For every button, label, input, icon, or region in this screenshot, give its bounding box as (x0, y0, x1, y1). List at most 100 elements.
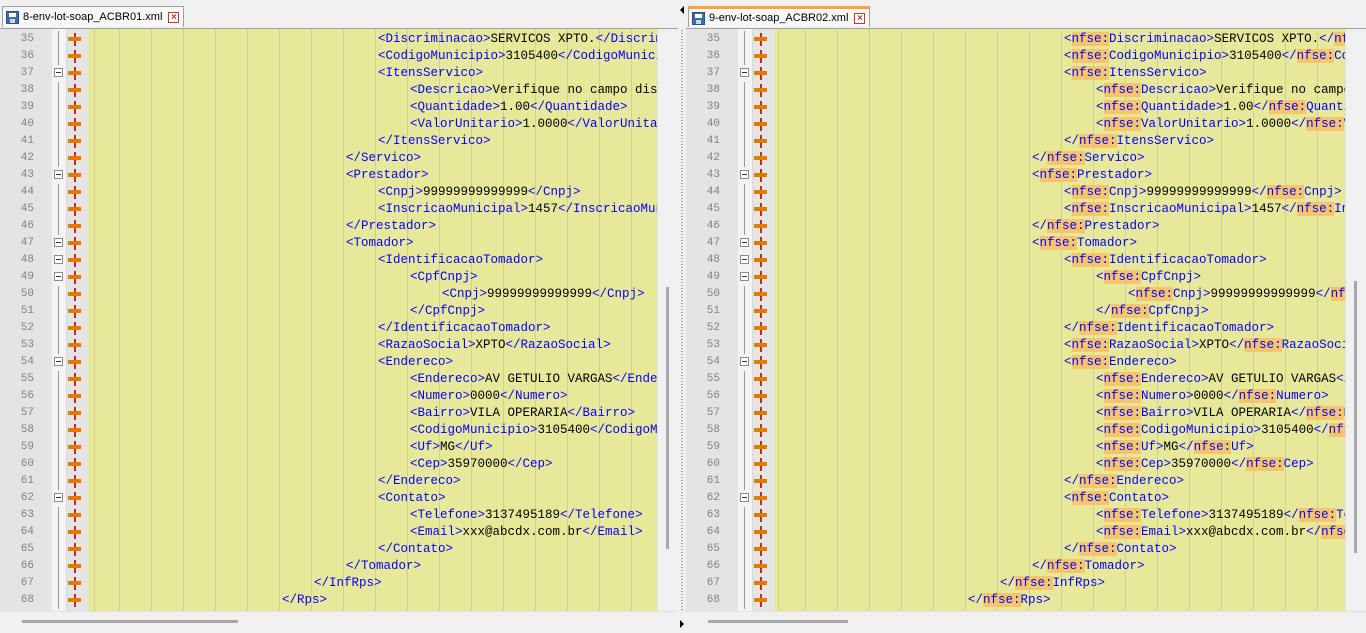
code-line[interactable]: 40 <ValorUnitario>1.0000</ValorUnitario> (0, 116, 678, 133)
fold-toggle-icon[interactable] (740, 238, 749, 247)
code-text[interactable]: <nfse:Numero>0000</nfse:Numero> (774, 388, 1345, 405)
collapse-right-arrow-icon[interactable] (680, 620, 684, 628)
code-text[interactable]: <IdentificacaoTomador> (88, 252, 657, 269)
code-text[interactable]: <nfse:Prestador> (774, 167, 1345, 184)
code-text[interactable]: <nfse:Endereco>AV GETULIO VARGAS</nfse:E… (774, 371, 1345, 388)
pane-splitter[interactable] (678, 0, 686, 633)
code-text[interactable]: </InfRps> (88, 575, 657, 592)
code-text[interactable]: </nfse:ItensServico> (774, 133, 1345, 150)
code-text[interactable]: <Telefone>3137495189</Telefone> (88, 507, 657, 524)
code-text[interactable]: <Cnpj>99999999999999</Cnpj> (88, 286, 657, 303)
code-line[interactable]: 63 <Telefone>3137495189</Telefone> (0, 507, 678, 524)
code-line[interactable]: 36<nfse:CodigoMunicipio>3105400</nfse:Co… (686, 48, 1366, 65)
code-line[interactable]: 51 </CpfCnpj> (0, 303, 678, 320)
code-text[interactable]: <Uf>MG</Uf> (88, 439, 657, 456)
code-editor-right[interactable]: 35<nfse:Discriminacao>SERVICOS XPTO.</nf… (686, 29, 1366, 611)
code-line[interactable]: 43 <Prestador> (0, 167, 678, 184)
code-line[interactable]: 52 </IdentificacaoTomador> (0, 320, 678, 337)
code-line[interactable]: 39 <Quantidade>1.00</Quantidade> (0, 99, 678, 116)
code-line[interactable]: 42 </nfse:Servico> (686, 150, 1366, 167)
code-line[interactable]: 44 <nfse:Cnpj>99999999999999</nfse:Cnpj> (686, 184, 1366, 201)
fold-toggle-icon[interactable] (54, 68, 63, 77)
code-text[interactable]: <nfse:Cnpj>99999999999999</nfse:Cnpj> (774, 286, 1345, 303)
code-text[interactable]: </Rps> (88, 592, 657, 609)
code-text[interactable]: <nfse:InscricaoMunicipal>1457</nfse:Insc… (774, 201, 1345, 218)
code-line[interactable]: 56 <nfse:Numero>0000</nfse:Numero> (686, 388, 1366, 405)
code-text[interactable]: <nfse:RazaoSocial>XPTO</nfse:RazaoSocial… (774, 337, 1345, 354)
code-text[interactable]: <Cnpj>99999999999999</Cnpj> (88, 184, 657, 201)
code-line[interactable]: 49 <CpfCnpj> (0, 269, 678, 286)
fold-toggle-icon[interactable] (54, 238, 63, 247)
code-text[interactable]: <nfse:Tomador> (774, 235, 1345, 252)
code-line[interactable]: 58<nfse:CodigoMunicipio>3105400</nfse:Co… (686, 422, 1366, 439)
code-line[interactable]: 41 </nfse:ItensServico> (686, 133, 1366, 150)
fold-toggle-icon[interactable] (740, 493, 749, 502)
horizontal-scrollbar[interactable] (686, 611, 1366, 631)
code-line[interactable]: 44 <Cnpj>99999999999999</Cnpj> (0, 184, 678, 201)
code-text[interactable]: <CpfCnpj> (88, 269, 657, 286)
code-text[interactable]: <Tomador> (88, 235, 657, 252)
code-text[interactable]: </CpfCnpj> (88, 303, 657, 320)
code-line[interactable]: 48 <nfse:IdentificacaoTomador> (686, 252, 1366, 269)
fold-toggle-icon[interactable] (740, 170, 749, 179)
code-text[interactable]: <RazaoSocial>XPTO</RazaoSocial> (88, 337, 657, 354)
code-line[interactable]: 50<nfse:Cnpj>99999999999999</nfse:Cnpj> (686, 286, 1366, 303)
code-line[interactable]: 58 <CodigoMunicipio>3105400</CodigoMunici… (0, 422, 678, 439)
close-icon[interactable]: × (168, 11, 180, 23)
code-line[interactable]: 45 <InscricaoMunicipal>1457</InscricaoMun… (0, 201, 678, 218)
code-line[interactable]: 54 <Endereco> (0, 354, 678, 371)
collapse-left-arrow-icon[interactable] (680, 6, 684, 14)
code-line[interactable]: 52 </nfse:IdentificacaoTomador> (686, 320, 1366, 337)
code-text[interactable]: <nfse:Discriminacao>SERVICOS XPTO.</nfse… (774, 31, 1345, 48)
code-text[interactable]: <nfse:Quantidade>1.00</nfse:Quantidade> (774, 99, 1345, 116)
code-text[interactable]: <Quantidade>1.00</Quantidade> (88, 99, 657, 116)
code-line[interactable]: 50 <Cnpj>99999999999999</Cnpj> (0, 286, 678, 303)
code-text[interactable]: <nfse:Cep>35970000</nfse:Cep> (774, 456, 1345, 473)
code-text[interactable]: <nfse:CpfCnpj> (774, 269, 1345, 286)
fold-toggle-icon[interactable] (740, 272, 749, 281)
code-line[interactable]: 37 <nfse:ItensServico> (686, 65, 1366, 82)
close-icon[interactable]: × (854, 12, 866, 24)
code-line[interactable]: 64<nfse:Email>xxx@abcdx.com.br</nfse:Ema… (686, 524, 1366, 541)
code-text[interactable]: <ItensServico> (88, 65, 657, 82)
code-line[interactable]: 57 <Bairro>VILA OPERARIA</Bairro> (0, 405, 678, 422)
fold-toggle-icon[interactable] (54, 272, 63, 281)
code-text[interactable]: </nfse:Rps> (774, 592, 1345, 609)
code-line[interactable]: 61 </Endereco> (0, 473, 678, 490)
code-line[interactable]: 65 </Contato> (0, 541, 678, 558)
code-line[interactable]: 49 <nfse:CpfCnpj> (686, 269, 1366, 286)
code-line[interactable]: 40<nfse:ValorUnitario>1.0000</nfse:Valor… (686, 116, 1366, 133)
horizontal-scroll-thumb[interactable] (22, 620, 238, 623)
code-text[interactable]: <Discriminacao>SERVICOS XPTO.</Discrimin… (88, 31, 657, 48)
code-line[interactable]: 38 <Descricao>Verifique no campo discrimi… (0, 82, 678, 99)
code-text[interactable]: </nfse:InfRps> (774, 575, 1345, 592)
code-line[interactable]: 68 </Rps> (0, 592, 678, 609)
code-text[interactable]: <nfse:CodigoMunicipio>3105400</nfse:Codi… (774, 48, 1345, 65)
code-text[interactable]: <nfse:Bairro>VILA OPERARIA</nfse:Bairro> (774, 405, 1345, 422)
code-text[interactable]: </Tomador> (88, 558, 657, 575)
code-line[interactable]: 53 <RazaoSocial>XPTO</RazaoSocial> (0, 337, 678, 354)
code-text[interactable]: </nfse:Tomador> (774, 558, 1345, 575)
code-text[interactable]: </nfse:Prestador> (774, 218, 1345, 235)
code-text[interactable]: <nfse:Endereco> (774, 354, 1345, 371)
code-line[interactable]: 48 <IdentificacaoTomador> (0, 252, 678, 269)
code-line[interactable]: 35<nfse:Discriminacao>SERVICOS XPTO.</nf… (686, 31, 1366, 48)
code-line[interactable]: 68 </nfse:Rps> (686, 592, 1366, 609)
code-text[interactable]: </ItensServico> (88, 133, 657, 150)
code-text[interactable]: </nfse:Contato> (774, 541, 1345, 558)
code-line[interactable]: 46 </nfse:Prestador> (686, 218, 1366, 235)
code-text[interactable]: </nfse:CpfCnpj> (774, 303, 1345, 320)
code-text[interactable]: <Cep>35970000</Cep> (88, 456, 657, 473)
code-text[interactable]: </IdentificacaoTomador> (88, 320, 657, 337)
code-line[interactable]: 55 <Endereco>AV GETULIO VARGAS</Endereco> (0, 371, 678, 388)
code-line[interactable]: 59 <nfse:Uf>MG</nfse:Uf> (686, 439, 1366, 456)
code-text[interactable]: <Prestador> (88, 167, 657, 184)
code-line[interactable]: 45<nfse:InscricaoMunicipal>1457</nfse:In… (686, 201, 1366, 218)
code-line[interactable]: 56 <Numero>0000</Numero> (0, 388, 678, 405)
code-line[interactable]: 62 <nfse:Contato> (686, 490, 1366, 507)
code-text[interactable]: <InscricaoMunicipal>1457</InscricaoMunic… (88, 201, 657, 218)
code-text[interactable]: <nfse:CodigoMunicipio>3105400</nfse:Codi… (774, 422, 1345, 439)
code-line[interactable]: 62 <Contato> (0, 490, 678, 507)
code-editor-left[interactable]: 35 <Discriminacao>SERVICOS XPTO.</Discrim… (0, 29, 678, 611)
vertical-scrollbar[interactable] (1345, 29, 1366, 611)
